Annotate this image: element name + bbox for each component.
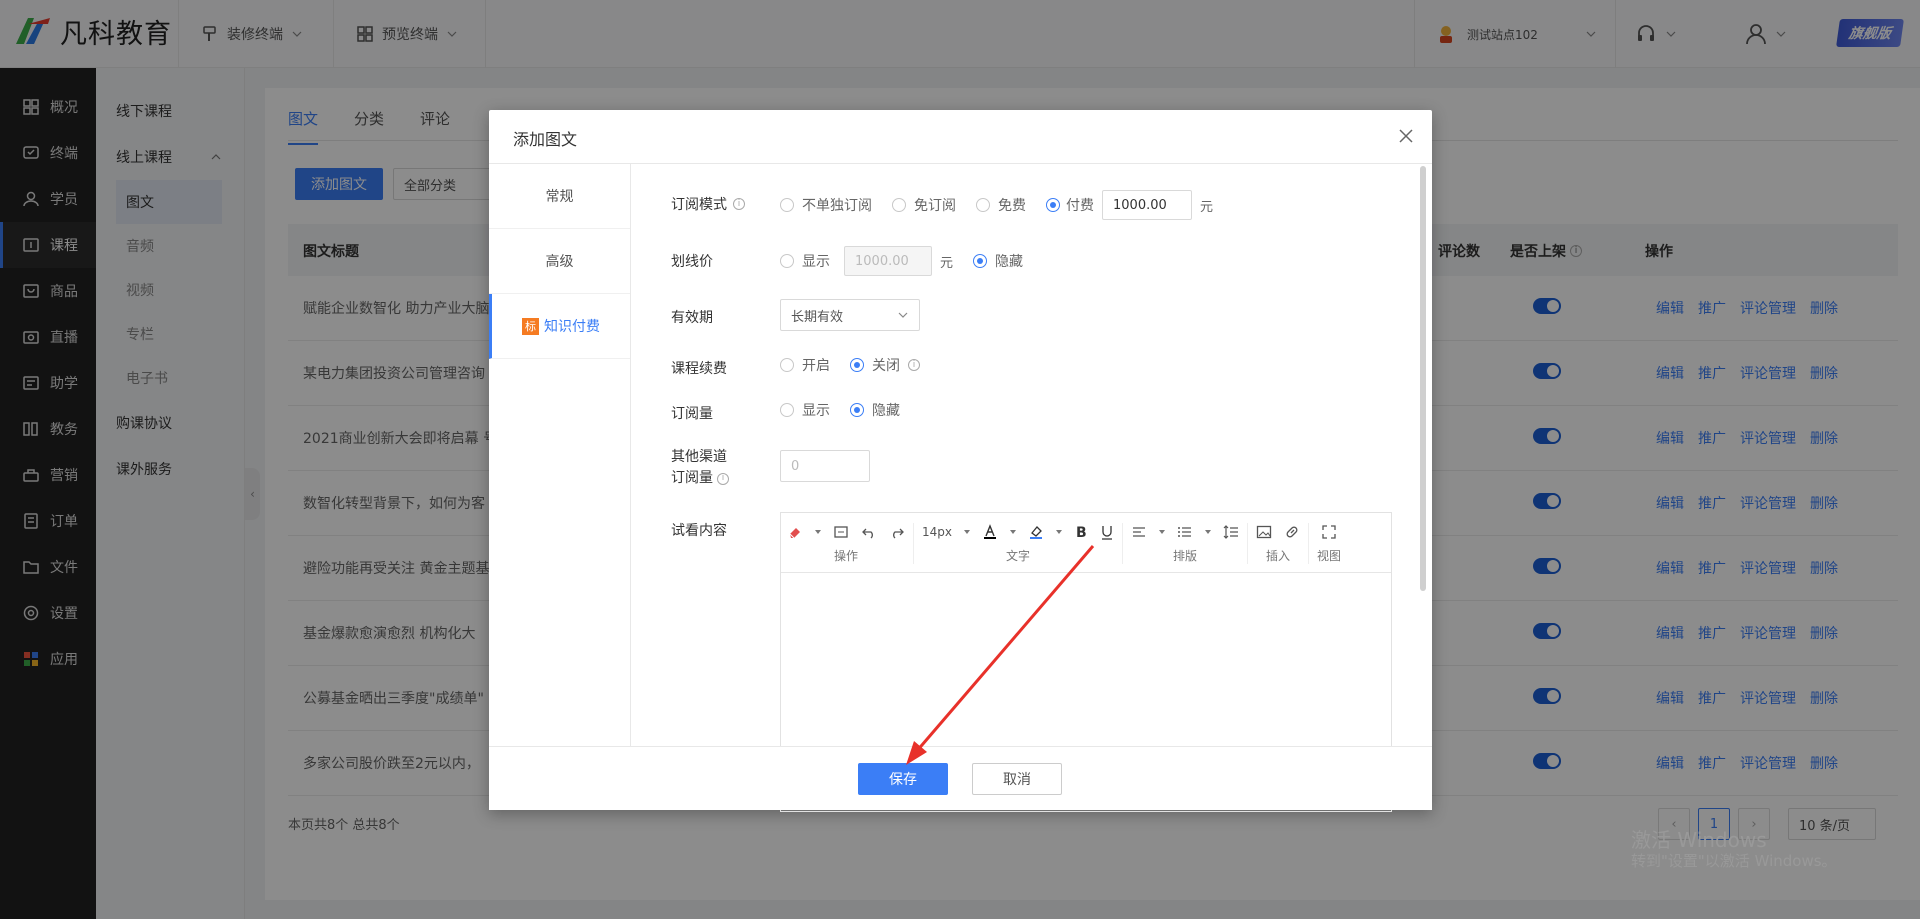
activation-watermark: 激活 Windows: [1631, 828, 1767, 852]
activation-watermark-sub: 转到"设置"以激活 Windows。: [1631, 852, 1837, 870]
annotation-arrow: [906, 545, 1095, 765]
